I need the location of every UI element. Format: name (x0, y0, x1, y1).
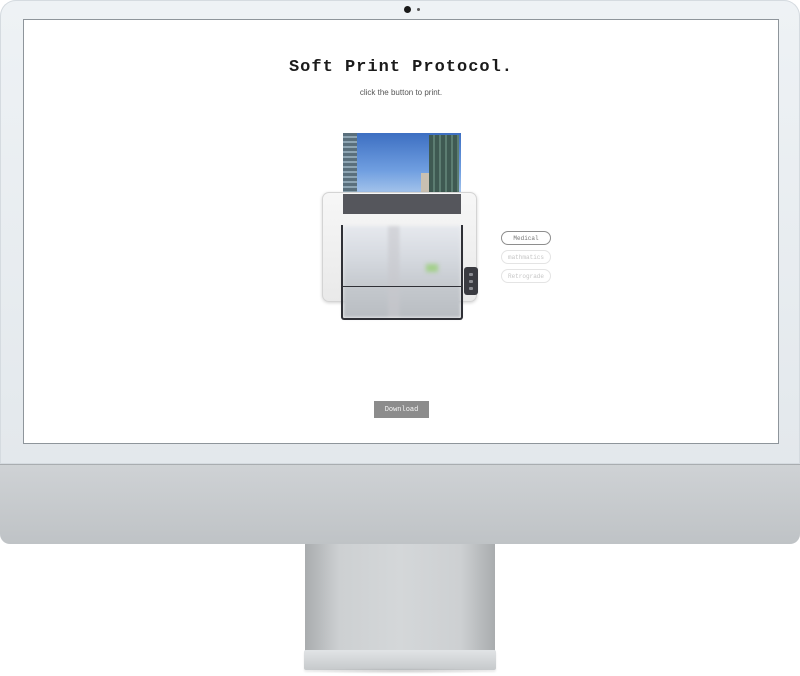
page-subtitle: click the button to print. (359, 88, 443, 97)
building-left (343, 133, 357, 195)
download-button[interactable]: Download (374, 401, 429, 418)
option-medical-button[interactable]: Medical (501, 231, 551, 245)
building-right (429, 135, 459, 195)
monitor-stand-base (304, 650, 496, 670)
page-title: Soft Print Protocol. (288, 58, 514, 77)
printer-slot (343, 194, 461, 214)
screen: Soft Print Protocol. click the button to… (23, 19, 779, 444)
option-retrograde-button[interactable]: Retrograde (501, 269, 551, 283)
printed-photo-top (343, 133, 461, 195)
printer-control-panel (464, 267, 478, 295)
control-dot (469, 280, 473, 283)
monitor-stand-neck (305, 544, 495, 662)
monitor-chin (0, 464, 800, 544)
camera-icon (404, 6, 411, 13)
stand-shadow (300, 668, 500, 674)
control-dot (469, 273, 473, 276)
control-dot (469, 287, 473, 290)
camera-sensor-dot (417, 8, 420, 11)
option-mathmatics-button[interactable]: mathmatics (501, 250, 551, 264)
tray-line (341, 286, 463, 287)
paper-tray-frame (341, 225, 463, 320)
